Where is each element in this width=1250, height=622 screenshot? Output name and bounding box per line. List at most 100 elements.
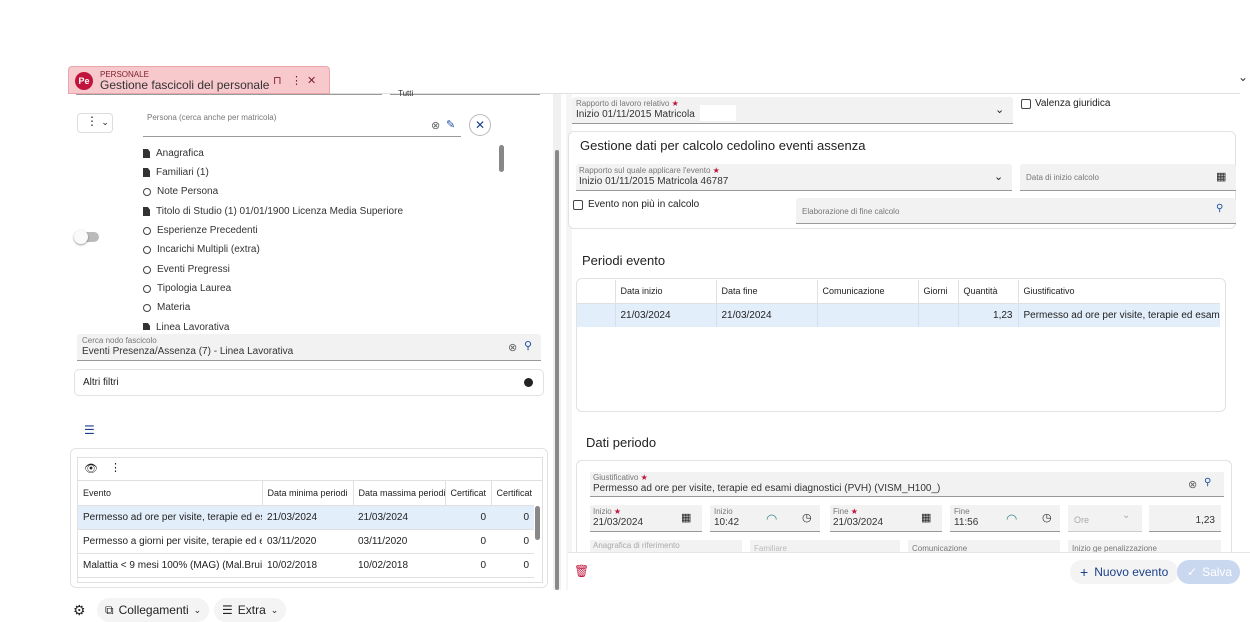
comunicazione-field[interactable]: Comunicazione: [908, 540, 1060, 552]
clear-person-icon[interactable]: ⊗: [431, 119, 440, 132]
table-row[interactable]: Permesso ad ore per visite, terapie ed e…: [78, 505, 534, 529]
expand-icon[interactable]: [524, 378, 533, 387]
eye-icon[interactable]: 👁: [84, 462, 98, 475]
tree-item[interactable]: Eventi Pregressi: [143, 264, 230, 275]
inizio-time-field[interactable]: Inizio 10:42 ◠ ◷: [710, 505, 820, 532]
chevron-down-icon[interactable]: ⌄: [1238, 70, 1248, 84]
giustificativo-field[interactable]: Giustificativo ★ Permesso ad ore per vis…: [590, 472, 1224, 497]
chevron-down-icon[interactable]: ⌄: [994, 170, 1003, 183]
top-field-left[interactable]: [76, 94, 382, 95]
data-inizio-calcolo-field[interactable]: Data di inizio calcolo ▦: [1020, 164, 1236, 191]
other-filters-label: Altri filtri: [83, 377, 119, 388]
tree-item[interactable]: Materia: [143, 302, 190, 313]
tree-clip: Linea Lavorativa: [140, 320, 250, 330]
inizio-date-field[interactable]: Inizio ★ 21/03/2024 ▦: [590, 505, 702, 532]
cell-certificat-2: 0: [523, 535, 529, 547]
cell-evento: Permesso a giorni per visite, terapie ed…: [83, 535, 262, 547]
col-header-data-inizio[interactable]: Data inizio: [614, 280, 716, 303]
familiare-label: Familiare: [754, 544, 787, 552]
table-scrollbar[interactable]: [535, 506, 540, 540]
trash-icon[interactable]: 🗑: [574, 564, 589, 578]
tree-item[interactable]: Tipologia Laurea: [143, 283, 231, 294]
inizio-penalizzazione-label: Inizio ge penalizzazione: [1072, 544, 1157, 552]
checkbox-icon[interactable]: [1021, 98, 1031, 109]
tree-item[interactable]: Incarichi Multipli (extra): [143, 244, 260, 255]
chevron-down-icon[interactable]: ⌄: [995, 103, 1004, 116]
checkbox-icon[interactable]: [573, 199, 583, 210]
tree-item[interactable]: Linea Lavorativa: [143, 322, 229, 330]
col-header-select[interactable]: [577, 280, 615, 303]
col-header-evento[interactable]: Evento: [78, 481, 262, 505]
bookmark-icon[interactable]: ⊓: [273, 74, 282, 87]
document-icon: [143, 149, 150, 158]
fine-time-label: Fine: [954, 507, 970, 516]
module-tab[interactable]: Pe PERSONALE Gestione fascicoli del pers…: [68, 66, 330, 94]
quantity-field[interactable]: 1,23: [1149, 505, 1221, 532]
new-event-button[interactable]: + Nuovo evento: [1070, 560, 1179, 584]
col-header-data-max[interactable]: Data massima periodi: [352, 481, 445, 505]
toggle-knob: [74, 230, 88, 244]
col-header-giorni[interactable]: Giorni: [917, 280, 958, 303]
more-vert-icon[interactable]: ⋮: [291, 74, 302, 87]
search-icon[interactable]: ⚲: [524, 339, 532, 352]
plus-icon: +: [1080, 564, 1089, 580]
table-row[interactable]: Permesso a giorni per visite, terapie ed…: [78, 529, 534, 553]
anagrafica-rif-label: Anagrafica di riferimento: [593, 541, 680, 550]
tree-menu-button[interactable]: ⋮ ⌄: [77, 113, 113, 133]
search-icon[interactable]: ⚲: [1216, 203, 1223, 214]
familiare-field[interactable]: Familiare: [750, 540, 900, 552]
tree-item[interactable]: Esperienze Precedenti: [143, 225, 258, 236]
evento-non-piu-checkbox[interactable]: Evento non più in calcolo: [573, 199, 699, 210]
cell-data-min: 10/02/2018: [267, 559, 318, 571]
extra-menu[interactable]: ☰ Extra ⌄: [214, 598, 287, 622]
fine-time-field[interactable]: Fine 11:56 ◠ ◷: [950, 505, 1060, 532]
col-header-giustificativo[interactable]: Giustificativo: [1017, 280, 1220, 303]
clock-icon[interactable]: ◷: [1042, 511, 1052, 524]
chevron-down-icon[interactable]: ⌄: [1122, 510, 1130, 521]
other-filters-panel[interactable]: Altri filtri: [74, 369, 544, 396]
table-row[interactable]: Malattia < 9 mesi 100% (MAG) (Mal.Brui 1…: [78, 553, 534, 577]
fine-date-field[interactable]: Fine ★ 21/03/2024 ▦: [830, 505, 942, 532]
valenza-checkbox[interactable]: Valenza giuridica: [1021, 98, 1110, 109]
search-node-field[interactable]: Cerca nodo fascicolo Eventi Presenza/Ass…: [77, 334, 541, 361]
gear-icon[interactable]: ⚙: [73, 602, 86, 619]
clear-search-icon[interactable]: ⊗: [508, 341, 517, 354]
calendar-icon[interactable]: ▦: [681, 511, 691, 524]
close-tab-icon[interactable]: ✕: [307, 74, 316, 87]
calendar-icon[interactable]: ▦: [921, 511, 931, 524]
collegamenti-menu[interactable]: ⧉ Collegamenti ⌄: [97, 598, 210, 622]
col-header-quantita[interactable]: Quantità: [957, 280, 1018, 303]
anagrafica-rif-field[interactable]: Anagrafica di riferimento: [590, 540, 742, 552]
tree-item[interactable]: Note Persona: [143, 186, 218, 197]
tree-item[interactable]: Anagrafica: [143, 148, 204, 159]
save-button[interactable]: ✓ Salva: [1177, 560, 1240, 584]
close-person-button[interactable]: ✕: [469, 114, 491, 136]
col-header-comunicazione[interactable]: Comunicazione: [816, 280, 918, 303]
left-panel-scrollbar[interactable]: [555, 150, 559, 590]
col-header-certificat-2[interactable]: Certificat: [490, 481, 534, 505]
unit-select[interactable]: Ore ⌄: [1068, 505, 1142, 532]
elaborazione-field[interactable]: Elaborazione di fine calcolo ⚲: [796, 198, 1236, 224]
col-header-certificat[interactable]: Certificat: [444, 481, 491, 505]
rapporto-lavoro-field[interactable]: Rapporto di lavoro relativo ★ Inizio 01/…: [572, 97, 1013, 124]
table-menu-icon[interactable]: ⋮: [110, 461, 121, 474]
clock-icon[interactable]: ◷: [802, 511, 812, 524]
rapporto-evento-field[interactable]: Rapporto sul quale applicare l'evento ★ …: [576, 164, 1012, 191]
col-header-data-fine[interactable]: Data fine: [715, 280, 817, 303]
inizio-penalizzazione-field[interactable]: Inizio ge penalizzazione: [1068, 540, 1221, 552]
tree-item[interactable]: Familiari (1): [143, 167, 209, 178]
cell-certificat-2: 0: [523, 511, 529, 523]
toggle-switch[interactable]: [74, 230, 99, 244]
search-icon[interactable]: ⚲: [1204, 477, 1211, 488]
table-row[interactable]: 21/03/2024 21/03/2024 1,23 Permesso ad o…: [577, 303, 1220, 327]
periodi-title: Periodi evento: [582, 253, 666, 268]
list-view-icon[interactable]: ☰: [84, 423, 95, 437]
tree-scrollbar[interactable]: [499, 145, 504, 172]
calendar-icon[interactable]: ▦: [1216, 170, 1226, 183]
edit-person-icon[interactable]: ✎: [446, 118, 455, 131]
clear-icon[interactable]: ⊗: [1188, 478, 1197, 491]
tree-item[interactable]: Titolo di Studio (1) 01/01/1900 Licenza …: [143, 206, 403, 217]
person-input[interactable]: [143, 136, 461, 137]
cell-certificat: 0: [480, 559, 486, 571]
col-header-data-min[interactable]: Data minima periodi: [261, 481, 353, 505]
